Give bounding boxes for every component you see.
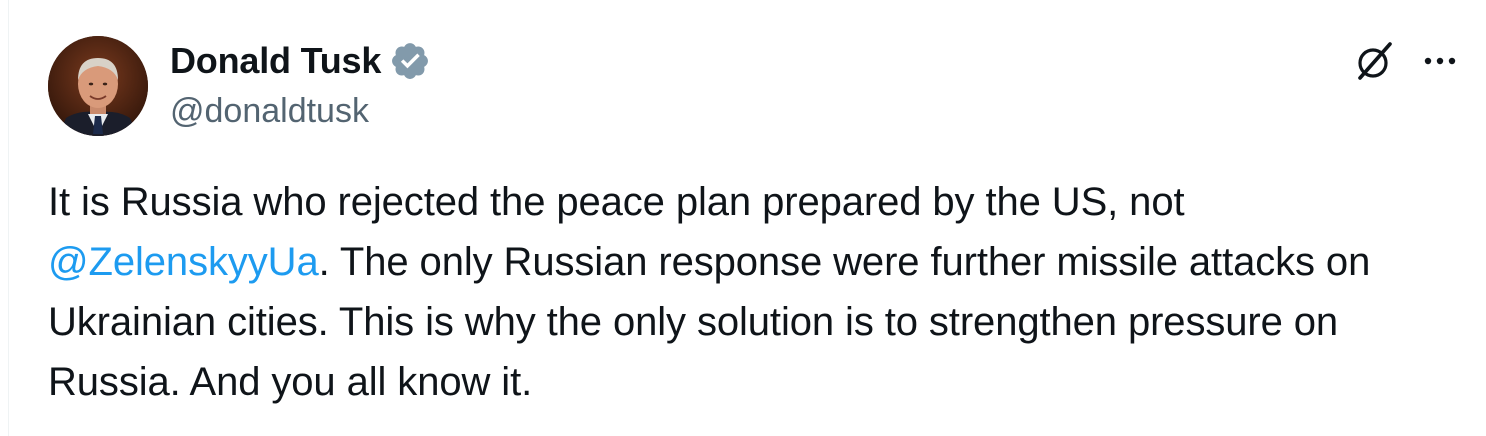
grok-icon[interactable] bbox=[1352, 38, 1398, 84]
avatar-image bbox=[48, 36, 148, 136]
tweet-text: It is Russia who rejected the peace plan… bbox=[48, 172, 1458, 412]
avatar[interactable] bbox=[48, 36, 148, 136]
tweet-card: Donald Tusk @donaldtusk It is Russia who… bbox=[0, 0, 1486, 436]
author-block: Donald Tusk @donaldtusk bbox=[170, 38, 431, 132]
mention-link[interactable]: @ZelenskyyUa bbox=[48, 240, 319, 284]
author-display-name[interactable]: Donald Tusk bbox=[170, 40, 381, 82]
verified-badge-icon[interactable] bbox=[389, 40, 431, 82]
tweet-actions bbox=[1352, 38, 1462, 84]
more-options-icon[interactable] bbox=[1418, 39, 1462, 83]
tweet-text-before: It is Russia who rejected the peace plan… bbox=[48, 180, 1185, 224]
author-name-row: Donald Tusk bbox=[170, 38, 431, 84]
author-handle[interactable]: @donaldtusk bbox=[170, 90, 431, 132]
